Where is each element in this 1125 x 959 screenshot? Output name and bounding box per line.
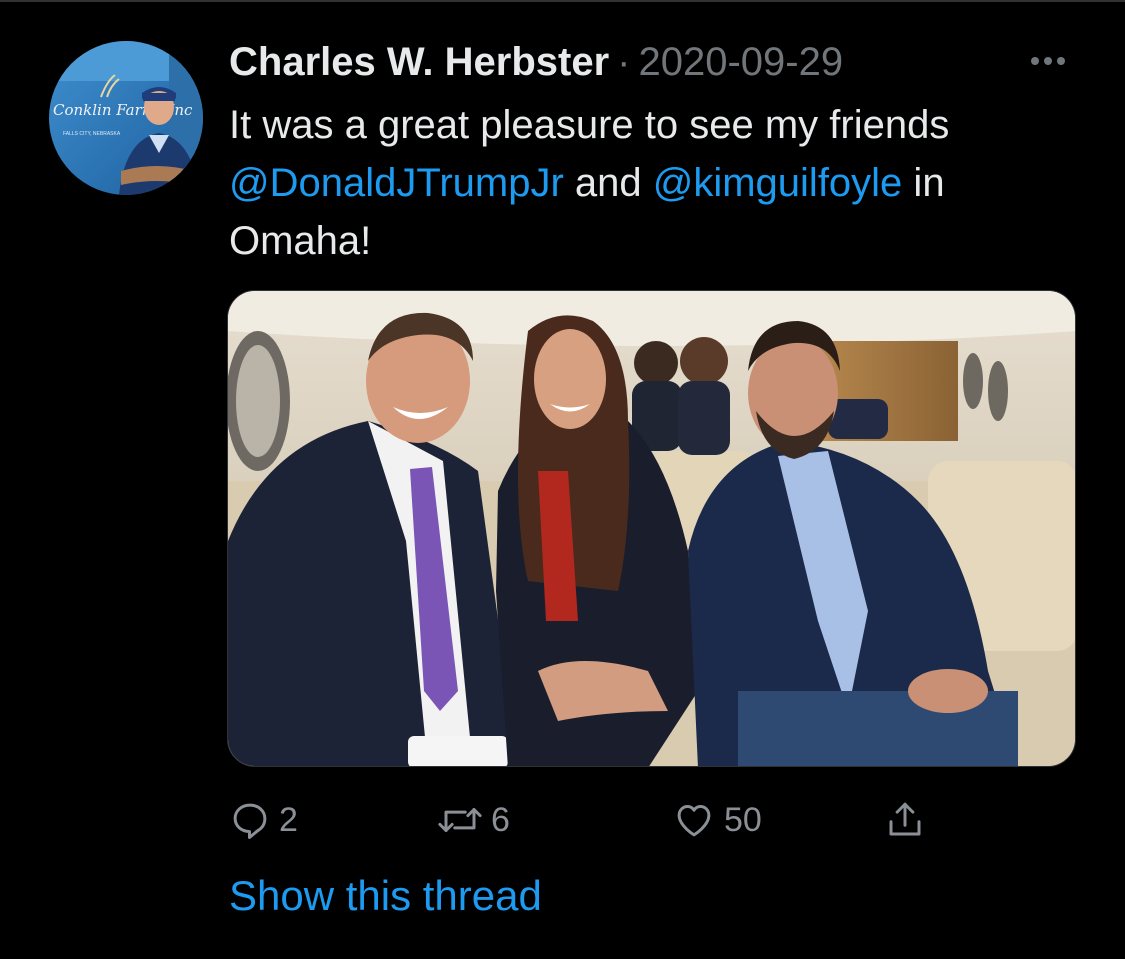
share-button[interactable] bbox=[884, 795, 926, 845]
more-dot bbox=[1057, 57, 1065, 65]
author-name[interactable]: Charles W. Herbster bbox=[229, 38, 609, 86]
reply-count: 2 bbox=[279, 801, 298, 839]
tweet-actions: 2 6 50 bbox=[229, 795, 989, 845]
tweet-text-part: It was a great pleasure to see my friend… bbox=[229, 103, 950, 147]
meta-separator: · bbox=[617, 40, 631, 84]
more-dot bbox=[1031, 57, 1039, 65]
avatar-image: Conklin Farms Inc FALLS CITY, NEBRASKA bbox=[49, 41, 203, 195]
share-icon bbox=[889, 802, 921, 836]
mention-link[interactable]: @DonaldJTrumpJr bbox=[229, 161, 564, 205]
reply-button[interactable]: 2 bbox=[229, 795, 298, 845]
like-button[interactable]: 50 bbox=[672, 795, 762, 845]
tweet-date[interactable]: 2020-09-29 bbox=[638, 38, 843, 86]
like-count: 50 bbox=[724, 801, 762, 839]
retweet-icon bbox=[438, 808, 482, 832]
avatar-location-text: FALLS CITY, NEBRASKA bbox=[63, 131, 121, 137]
tweet-text: It was a great pleasure to see my friend… bbox=[229, 96, 1089, 270]
mention-link[interactable]: @kimguilfoyle bbox=[653, 161, 903, 205]
more-dot bbox=[1044, 57, 1052, 65]
tweet-photo[interactable] bbox=[227, 290, 1076, 767]
tweet-text-part: and bbox=[563, 161, 653, 205]
retweet-count: 6 bbox=[491, 801, 510, 839]
author-avatar[interactable]: Conklin Farms Inc FALLS CITY, NEBRASKA bbox=[49, 41, 203, 195]
retweet-button[interactable]: 6 bbox=[437, 795, 510, 845]
show-thread-link[interactable]: Show this thread bbox=[229, 868, 542, 924]
more-horizontal-icon[interactable] bbox=[1020, 46, 1076, 76]
reply-icon bbox=[233, 803, 267, 839]
photo-illustration bbox=[228, 291, 1075, 766]
top-divider bbox=[0, 0, 1125, 2]
tweet-header: Charles W. Herbster · 2020-09-29 bbox=[229, 38, 843, 86]
heart-icon bbox=[677, 805, 711, 837]
